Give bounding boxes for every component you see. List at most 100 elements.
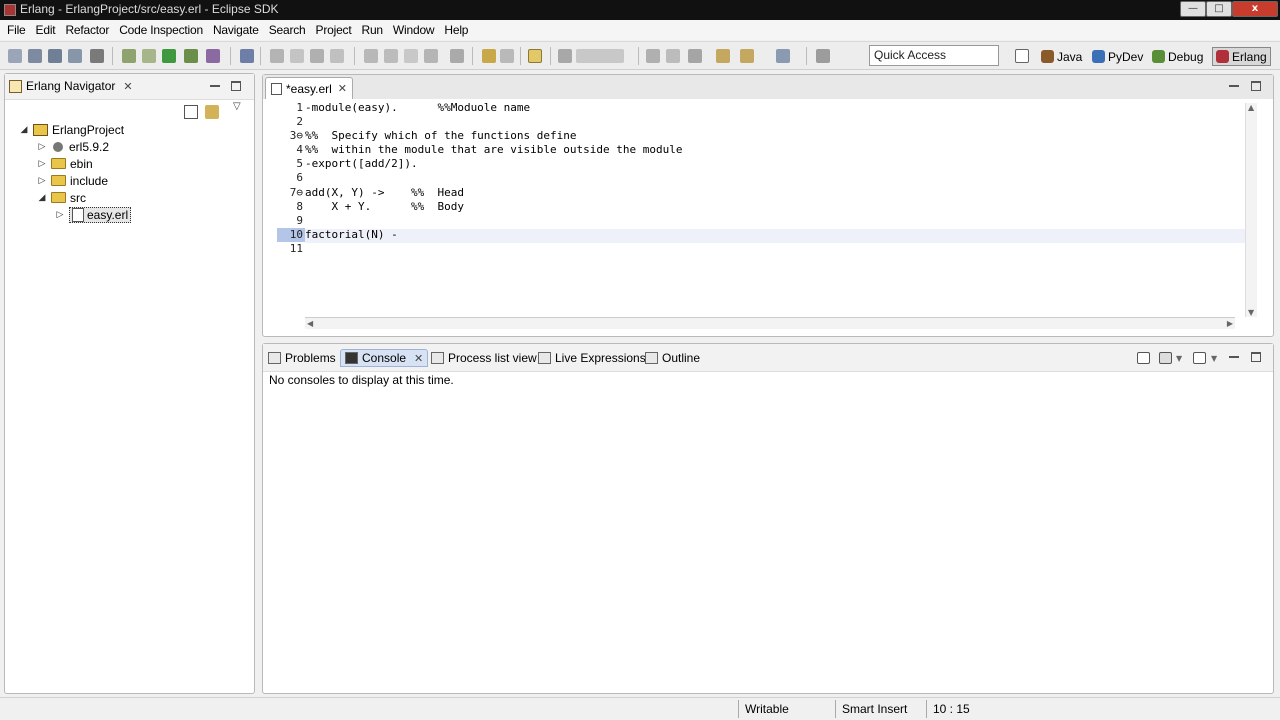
- link-with-editor-icon[interactable]: [205, 105, 219, 119]
- last-edit-location-icon[interactable]: [688, 49, 702, 63]
- forward-icon[interactable]: [740, 49, 754, 63]
- minimize-icon[interactable]: [1229, 81, 1239, 87]
- menu-edit[interactable]: Edit: [33, 23, 63, 37]
- suspend-icon[interactable]: [270, 49, 284, 63]
- code-editor[interactable]: 1 2 3⊖ 4 5 6 7⊖ 8 9 10 11 -module(easy).…: [263, 99, 1273, 336]
- menu-project[interactable]: Project: [313, 23, 359, 37]
- tab-console[interactable]: Console ✕: [340, 349, 429, 367]
- open-type-icon[interactable]: [482, 49, 496, 63]
- collapse-arrow-icon[interactable]: ◢: [19, 124, 29, 135]
- menu-run[interactable]: Run: [358, 23, 389, 37]
- save-icon[interactable]: [48, 49, 62, 63]
- perspective-pydev[interactable]: PyDev: [1092, 47, 1143, 66]
- tab-live-expressions[interactable]: Live Expressions: [538, 349, 646, 367]
- tree-item-easy-erl[interactable]: ▷ easy.erl: [55, 206, 132, 223]
- horizontal-scrollbar[interactable]: ◀ ▶: [305, 317, 1235, 329]
- tab-problems[interactable]: Problems: [268, 349, 336, 367]
- open-type-dropdown-icon[interactable]: [500, 49, 514, 63]
- display-console-icon[interactable]: [1159, 352, 1172, 364]
- new-icon[interactable]: [8, 49, 22, 63]
- scroll-down-icon[interactable]: ▼: [1248, 308, 1254, 317]
- back-icon[interactable]: [716, 49, 730, 63]
- tab-process-list-view[interactable]: Process list view: [431, 349, 537, 367]
- scroll-right-icon[interactable]: ▶: [1227, 319, 1233, 328]
- chevron-down-icon[interactable]: ▼: [1176, 354, 1182, 363]
- terminate-icon[interactable]: [290, 49, 304, 63]
- view-menu-icon[interactable]: ▽: [233, 101, 247, 115]
- line-number: 5: [296, 157, 303, 171]
- minimize-icon[interactable]: [210, 81, 220, 87]
- perspective-erlang[interactable]: Erlang: [1212, 47, 1271, 66]
- open-console-icon[interactable]: [1137, 352, 1150, 364]
- new-console-view-icon[interactable]: [1193, 352, 1206, 364]
- print-icon[interactable]: [90, 49, 104, 63]
- external-tools-icon[interactable]: [206, 49, 220, 63]
- disconnect-icon[interactable]: [310, 49, 324, 63]
- toggle-mark-icon[interactable]: [558, 49, 572, 63]
- menu-help[interactable]: Help: [441, 23, 475, 37]
- tree-item-include[interactable]: ▷ include: [37, 172, 109, 189]
- expand-arrow-icon[interactable]: ▷: [37, 158, 47, 169]
- toolbar-extra-icon[interactable]: [816, 49, 830, 63]
- tree-item-erl592[interactable]: ▷ erl5.9.2: [37, 138, 110, 155]
- highlight-icon[interactable]: [576, 49, 624, 63]
- menu-file[interactable]: File: [4, 23, 33, 37]
- save-all-icon[interactable]: [68, 49, 82, 63]
- maximize-icon[interactable]: [1251, 81, 1261, 91]
- search-icon[interactable]: [240, 49, 254, 63]
- code-text[interactable]: -module(easy). %%Moduole name %% Specify…: [305, 101, 1235, 256]
- code-line: %% Specify which of the functions define: [305, 129, 577, 143]
- expand-arrow-icon[interactable]: ▷: [37, 141, 47, 152]
- step-return-icon[interactable]: [384, 49, 398, 63]
- maximize-icon[interactable]: [231, 81, 241, 91]
- tree-item-ebin[interactable]: ▷ ebin: [37, 155, 93, 172]
- collapse-all-icon[interactable]: [184, 105, 198, 119]
- drop-to-frame-icon[interactable]: [404, 49, 418, 63]
- quick-access-input[interactable]: Quick Access: [869, 45, 999, 66]
- close-button[interactable]: x: [1232, 1, 1278, 17]
- vertical-scrollbar[interactable]: ▲ ▼: [1245, 103, 1257, 317]
- run-icon[interactable]: [162, 49, 176, 63]
- tree-item-erlangproject[interactable]: ◢ ErlangProject: [19, 121, 125, 138]
- debug-dropdown-icon[interactable]: [142, 49, 156, 63]
- menu-window[interactable]: Window: [390, 23, 441, 37]
- run-dropdown-icon[interactable]: [184, 49, 198, 63]
- close-icon[interactable]: ✕: [123, 80, 132, 93]
- menu-refactor[interactable]: Refactor: [62, 23, 116, 37]
- close-icon[interactable]: ✕: [338, 82, 347, 95]
- maximize-icon[interactable]: [1251, 352, 1261, 362]
- prev-annotation-icon[interactable]: [666, 49, 680, 63]
- menu-navigate[interactable]: Navigate: [210, 23, 266, 37]
- minimize-icon[interactable]: [1229, 352, 1239, 358]
- annotation-icon[interactable]: [528, 49, 542, 63]
- expand-arrow-icon[interactable]: ▷: [55, 209, 65, 220]
- new-dropdown-icon[interactable]: [28, 49, 42, 63]
- perspective-java[interactable]: Java: [1041, 47, 1082, 66]
- pin-editor-icon[interactable]: [776, 49, 790, 63]
- menu-code-inspection[interactable]: Code Inspection: [116, 23, 210, 37]
- minimize-button[interactable]: —: [1180, 1, 1206, 17]
- next-annotation-icon[interactable]: [646, 49, 660, 63]
- use-step-filters-icon[interactable]: [424, 49, 438, 63]
- tree-item-src[interactable]: ◢ src: [37, 189, 86, 206]
- collapse-arrow-icon[interactable]: ◢: [37, 192, 47, 203]
- toolbar-misc-icon[interactable]: [450, 49, 464, 63]
- open-perspective-icon[interactable]: [1015, 49, 1029, 63]
- step-over-icon[interactable]: [364, 49, 378, 63]
- debug-icon[interactable]: [122, 49, 136, 63]
- tab-outline[interactable]: Outline: [645, 349, 700, 367]
- maximize-button[interactable]: □: [1206, 1, 1232, 17]
- scroll-up-icon[interactable]: ▲: [1248, 103, 1254, 112]
- perspective-debug[interactable]: Debug: [1152, 47, 1203, 66]
- editor-tab-easy-erl[interactable]: *easy.erl ✕: [265, 77, 353, 99]
- step-into-icon[interactable]: [330, 49, 344, 63]
- close-icon[interactable]: ✕: [414, 352, 423, 365]
- expand-arrow-icon[interactable]: ▷: [37, 175, 47, 186]
- navigator-tab[interactable]: Erlang Navigator ✕: [5, 74, 254, 100]
- chevron-down-icon[interactable]: ▼: [1211, 354, 1217, 363]
- line-number: 3⊖: [289, 129, 303, 143]
- scroll-left-icon[interactable]: ◀: [307, 319, 313, 328]
- menu-search[interactable]: Search: [266, 23, 313, 37]
- line-number-gutter[interactable]: 1 2 3⊖ 4 5 6 7⊖ 8 9 10 11: [277, 101, 305, 256]
